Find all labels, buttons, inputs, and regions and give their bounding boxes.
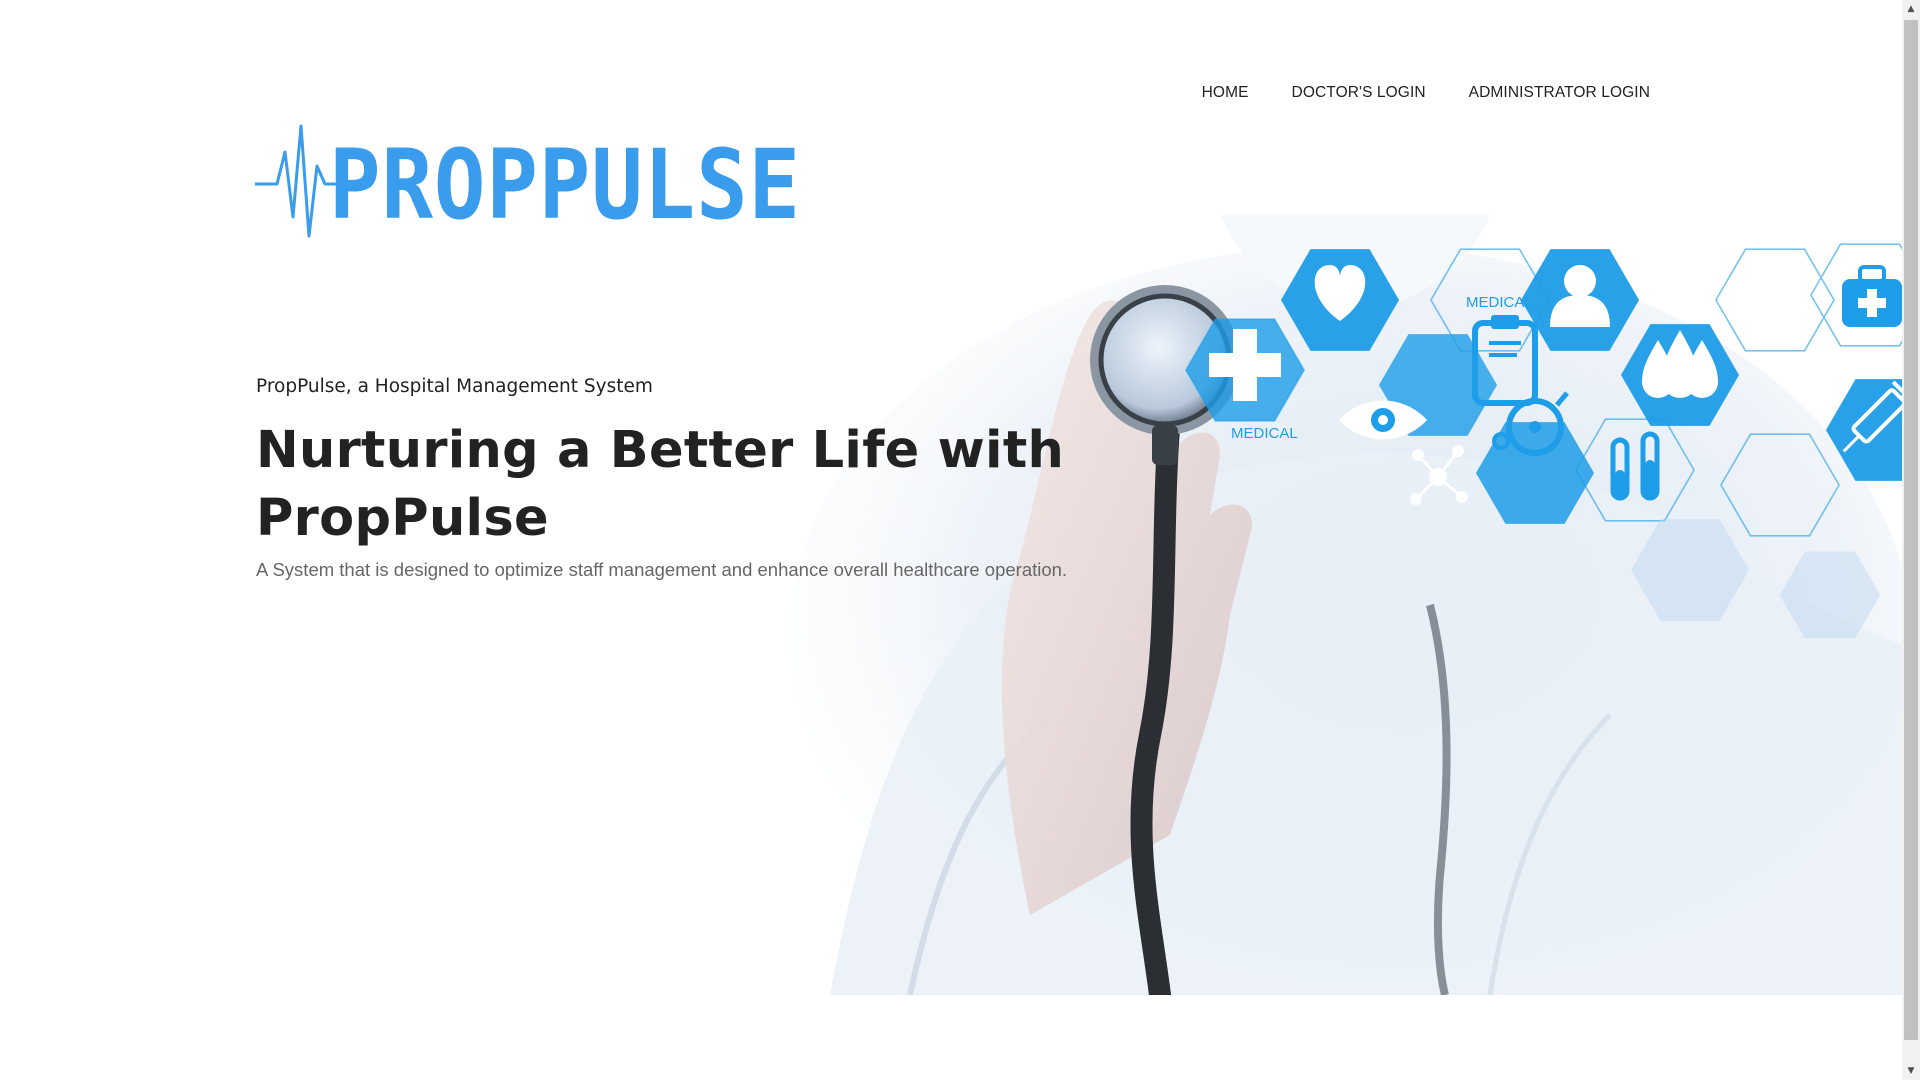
hero-tagline: PropPulse, a Hospital Management System [256,376,653,397]
nav-administrator-login-link[interactable]: ADMINISTRATOR LOGIN [1469,84,1650,102]
medical-label-bottom: MEDICAL [1231,425,1298,442]
hero-text-block: PropPulse, a Hospital Management System … [256,376,1116,581]
first-aid-kit-icon [1842,265,1902,327]
medical-label-top: MEDICAL [1466,294,1533,311]
vertical-scrollbar[interactable]: ▲ ▼ [1902,0,1920,1080]
nav-home-link[interactable]: HOME [1202,84,1249,102]
scrollbar-thumb[interactable] [1904,20,1918,1040]
main-nav: HOME DOCTOR'S LOGIN ADMINISTRATOR LOGIN [1202,84,1650,102]
landing-page: HOME DOCTOR'S LOGIN ADMINISTRATOR LOGIN … [0,0,1920,1080]
heartbeat-icon [255,124,337,238]
hero-headline: Nurturing a Better Life with PropPulse [256,421,1065,548]
hero-description: A System that is designed to optimize st… [256,559,1068,580]
scroll-down-arrow-icon[interactable]: ▼ [1902,1062,1920,1080]
logo-wordmark: PROPPULSE [329,129,801,241]
proppulse-logo[interactable]: PROPPULSE [255,122,805,242]
hero-medical-illustration: MEDICAL MEDICAL [790,215,1920,1025]
scroll-up-arrow-icon[interactable]: ▲ [1902,0,1920,18]
nav-doctors-login-link[interactable]: DOCTOR'S LOGIN [1292,84,1426,102]
